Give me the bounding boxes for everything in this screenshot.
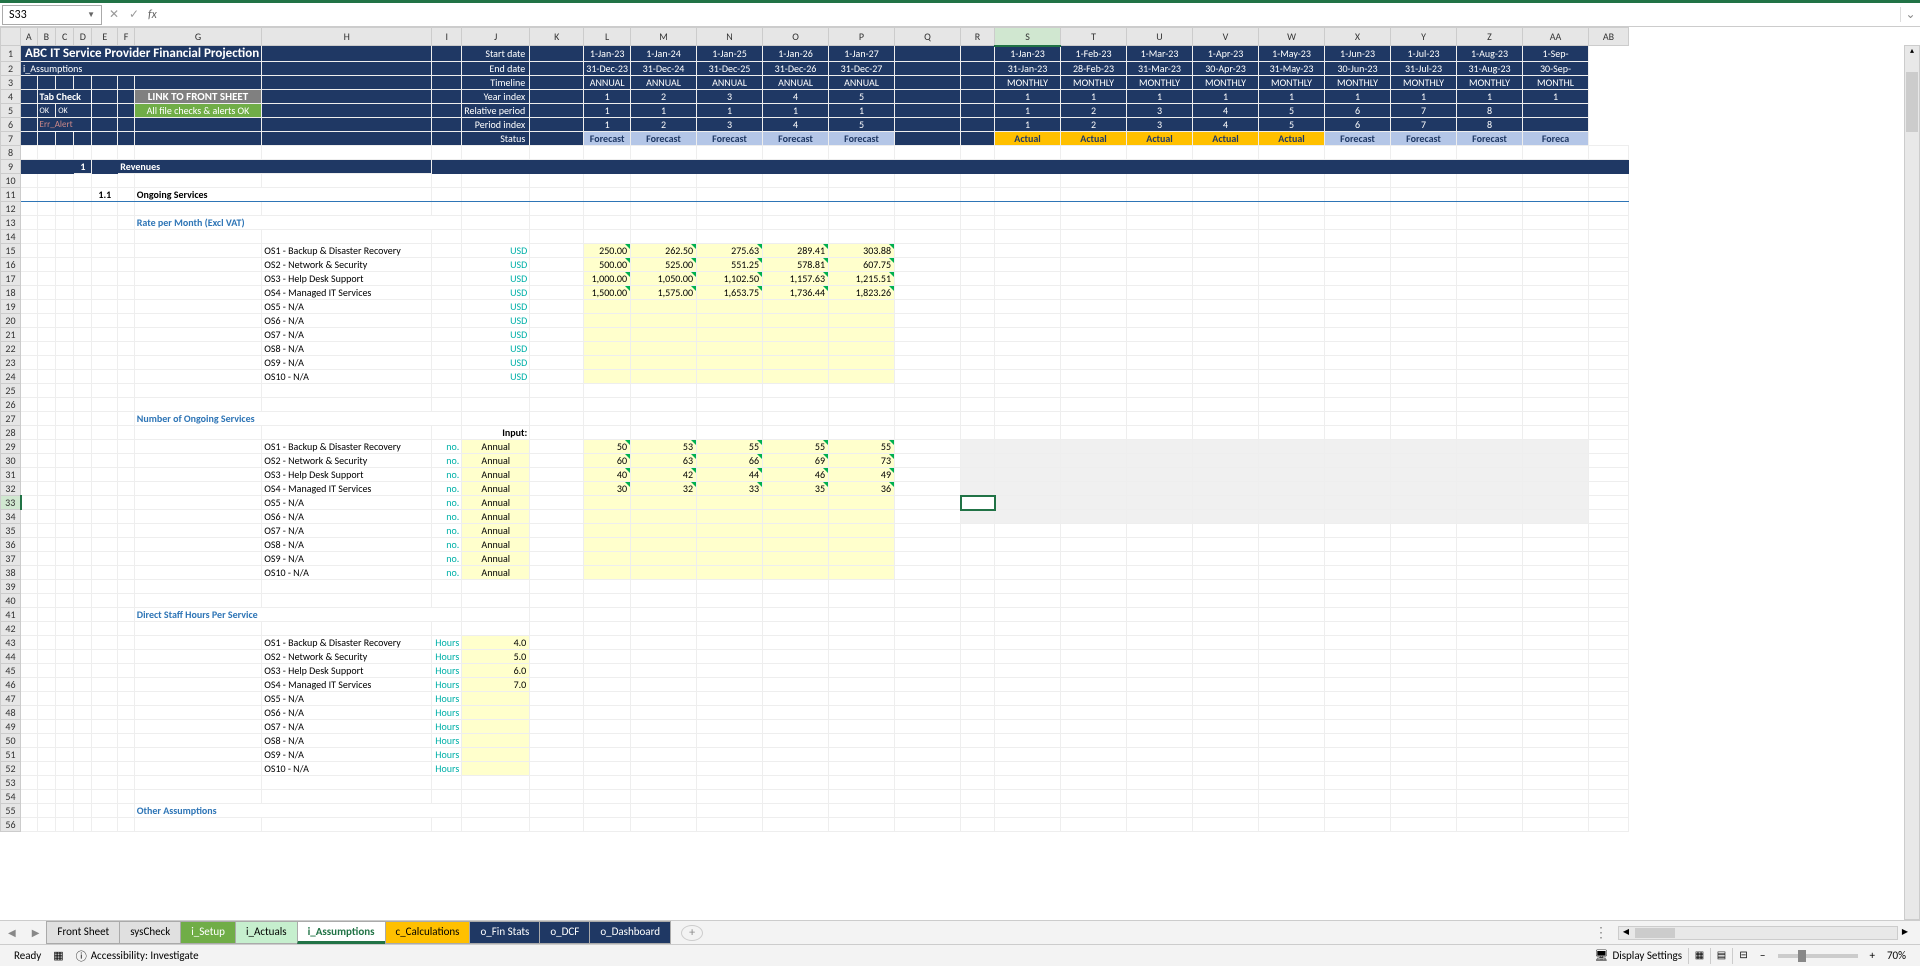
sheet-tab-front-sheet[interactable]: Front Sheet	[46, 921, 120, 944]
col-header-U[interactable]: U	[1127, 28, 1193, 46]
cancel-formula-btn: ✕	[104, 7, 124, 22]
col-header-AB[interactable]: AB	[1589, 28, 1629, 46]
add-sheet-button[interactable]: +	[681, 925, 703, 941]
macro-icon[interactable]: ▦	[47, 949, 69, 962]
sheet-tab-i_actuals[interactable]: i_Actuals	[235, 921, 298, 944]
sheet-tab-c_calculations[interactable]: c_Calculations	[385, 921, 471, 944]
col-header-J[interactable]: J	[462, 28, 530, 46]
col-header-O[interactable]: O	[763, 28, 829, 46]
col-header-L[interactable]: L	[584, 28, 631, 46]
col-header-V[interactable]: V	[1193, 28, 1259, 46]
zoom-level[interactable]: 70%	[1881, 949, 1912, 962]
col-header-H[interactable]: H	[262, 28, 432, 46]
sheet-tab-i_setup[interactable]: i_Setup	[180, 921, 236, 944]
person-icon: ⓘ	[76, 948, 87, 964]
zoom-out-btn[interactable]: −	[1754, 949, 1771, 962]
col-header-K[interactable]: K	[530, 28, 584, 46]
col-header-R[interactable]: R	[961, 28, 995, 46]
fx-icon[interactable]: fx	[144, 8, 161, 22]
accept-formula-btn: ✓	[124, 7, 144, 22]
tab-split-icon[interactable]: ⋮	[1594, 924, 1618, 941]
col-header-A[interactable]: A	[21, 28, 38, 46]
zoom-in-btn[interactable]: +	[1864, 949, 1881, 962]
col-header-AA[interactable]: AA	[1523, 28, 1589, 46]
col-header-M[interactable]: M	[631, 28, 697, 46]
col-header-F[interactable]: F	[118, 28, 135, 46]
col-header-I[interactable]: I	[432, 28, 462, 46]
col-header-N[interactable]: N	[697, 28, 763, 46]
accessibility-status[interactable]: ⓘ Accessibility: Investigate	[70, 948, 205, 964]
col-header-X[interactable]: X	[1325, 28, 1391, 46]
spreadsheet-grid[interactable]: ABCDEFGHIJKLMNOPQRSTUVWXYZAAAB1ABC IT Se…	[0, 27, 1629, 832]
col-header-[interactable]	[1, 28, 21, 46]
name-box[interactable]: S33 ▼	[2, 5, 102, 25]
formula-expand-icon[interactable]: ⌄	[1900, 7, 1920, 22]
sheet-tab-o_fin-stats[interactable]: o_Fin Stats	[469, 921, 540, 944]
col-header-S[interactable]: S	[995, 28, 1061, 46]
col-header-D[interactable]: D	[74, 28, 92, 46]
col-header-B[interactable]: B	[37, 28, 56, 46]
col-header-Q[interactable]: Q	[895, 28, 961, 46]
name-box-dropdown-icon[interactable]: ▼	[87, 10, 95, 20]
page-layout-btn[interactable]: ▤	[1710, 948, 1732, 964]
col-header-Z[interactable]: Z	[1457, 28, 1523, 46]
sheet-tab-syscheck[interactable]: sysCheck	[119, 921, 181, 944]
zoom-slider[interactable]	[1778, 954, 1858, 958]
tab-nav-prev-icon[interactable]: ◀	[0, 926, 24, 939]
vertical-scrollbar[interactable]: ▴	[1904, 45, 1920, 920]
page-break-btn[interactable]: ⊟	[1732, 948, 1754, 964]
name-box-value: S33	[9, 8, 27, 22]
horizontal-scrollbar[interactable]: ◀	[1618, 926, 1898, 940]
col-header-E[interactable]: E	[92, 28, 118, 46]
display-settings[interactable]: 🖥 Display Settings	[1588, 949, 1688, 962]
col-header-C[interactable]: C	[56, 28, 74, 46]
col-header-P[interactable]: P	[829, 28, 895, 46]
sheet-tab-o_dcf[interactable]: o_DCF	[539, 921, 590, 944]
col-header-G[interactable]: G	[134, 28, 261, 46]
sheet-tab-i_assumptions[interactable]: i_Assumptions	[297, 921, 386, 944]
col-header-Y[interactable]: Y	[1391, 28, 1457, 46]
col-header-T[interactable]: T	[1061, 28, 1127, 46]
normal-view-btn[interactable]: ▦	[1688, 948, 1710, 964]
sheet-tab-o_dashboard[interactable]: o_Dashboard	[589, 921, 671, 944]
status-ready: Ready	[8, 949, 47, 962]
col-header-W[interactable]: W	[1259, 28, 1325, 46]
tab-nav-next-icon[interactable]: ▶	[24, 926, 48, 939]
display-icon: 🖥	[1594, 949, 1608, 962]
